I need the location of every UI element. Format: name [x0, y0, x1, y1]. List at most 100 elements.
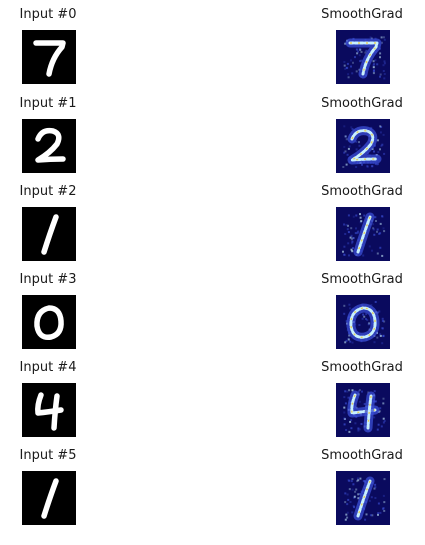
heatmap-speckle [344, 135, 347, 138]
heatmap-speckle [350, 427, 353, 430]
heatmap-speckle [346, 516, 349, 519]
heatmap-speckle [354, 232, 357, 235]
input-image [22, 471, 76, 525]
heatmap-speckle [345, 138, 348, 141]
heatmap-speckle [348, 303, 351, 306]
heatmap-speckle [371, 249, 373, 252]
heatmap-speckle [383, 77, 386, 80]
heatmap-speckle [348, 488, 351, 491]
heatmap-speckle [381, 317, 384, 320]
heatmap-speckle [346, 62, 349, 65]
heatmap-speckle [356, 477, 359, 480]
heatmap-speckle [352, 237, 355, 240]
heatmap-speckle [383, 419, 386, 422]
heatmap-speckle [381, 215, 384, 218]
input-image [22, 30, 76, 84]
heatmap-speckle [373, 69, 375, 72]
heatmap-speckle [343, 423, 346, 426]
heatmap-speckle [351, 478, 354, 481]
heatmap-speckle [344, 390, 347, 393]
heatmap-speckle [373, 341, 376, 344]
heatmap-speckle [372, 64, 375, 67]
heatmap-speckle [381, 319, 384, 322]
heatmap-speckle [355, 488, 358, 491]
heatmap-speckle [352, 215, 355, 218]
heatmap-speckle [361, 390, 363, 393]
heatmap-speckle [382, 64, 385, 67]
heatmap-speckle [347, 479, 350, 482]
heatmap-speckle [376, 63, 379, 66]
heatmap-speckle [351, 341, 354, 344]
heatmap-speckle [356, 232, 359, 235]
heatmap-speckle [362, 313, 365, 316]
heatmap-speckle [346, 228, 349, 231]
heatmap-speckle [351, 488, 354, 491]
heatmap-speckle [343, 396, 346, 399]
heatmap-speckle [376, 228, 379, 231]
heatmap-speckle [377, 151, 380, 154]
heatmap-speckle [379, 333, 382, 336]
heatmap-speckle [365, 513, 368, 516]
heatmap-speckle [344, 492, 347, 495]
heatmap-speckle [379, 246, 382, 249]
heatmap-speckle [346, 493, 349, 496]
heatmap-speckle [379, 75, 381, 78]
heatmap-speckle [344, 341, 347, 344]
heatmap-speckle [377, 512, 380, 515]
smoothgrad-title: SmoothGrad [321, 96, 403, 111]
heatmap-speckle [350, 419, 353, 421]
heatmap-speckle [347, 214, 350, 217]
heatmap-speckle [383, 73, 386, 75]
heatmap-speckle [347, 498, 350, 501]
heatmap-speckle [379, 56, 381, 59]
heatmap-speckle [379, 511, 382, 514]
heatmap-speckle [372, 60, 375, 63]
heatmap-speckle [383, 38, 386, 41]
heatmap-speckle [383, 62, 386, 65]
heatmap-speckle [382, 70, 385, 72]
heatmap-speckle [382, 494, 385, 497]
heatmap-speckle [343, 223, 346, 226]
heatmap-speckle [344, 402, 347, 405]
heatmap-speckle [352, 61, 354, 64]
heatmap-speckle [382, 133, 385, 136]
heatmap-speckle [359, 216, 362, 219]
heatmap-speckle [355, 214, 358, 217]
heatmap-speckle [354, 490, 357, 493]
heatmap-speckle [380, 36, 383, 39]
heatmap-speckle [349, 501, 352, 503]
heatmap-speckle [383, 509, 386, 512]
heatmap-speckle [346, 503, 349, 506]
heatmap-speckle [380, 144, 383, 147]
heatmap-speckle [347, 147, 350, 150]
heatmap-speckle [372, 66, 375, 69]
heatmap-speckle [344, 233, 347, 235]
heatmap-speckle [343, 145, 346, 148]
input-title: Input #1 [19, 96, 77, 111]
heatmap-speckle [366, 165, 369, 168]
heatmap-speckle [376, 139, 379, 142]
heatmap-speckle [382, 36, 385, 39]
heatmap-speckle [379, 125, 382, 128]
heatmap-speckle [345, 429, 348, 431]
heatmap-speckle [373, 233, 376, 236]
heatmap-speckle [382, 507, 385, 510]
heatmap-speckle [343, 304, 346, 307]
heatmap-speckle [348, 145, 351, 148]
heatmap-speckle [363, 315, 366, 318]
input-title: Input #4 [19, 360, 77, 375]
heatmap-speckle [379, 222, 382, 225]
heatmap-speckle [379, 407, 382, 410]
heatmap-speckle [350, 480, 353, 483]
input-title: Input #5 [19, 448, 77, 463]
input-image [22, 295, 76, 349]
heatmap-speckle [352, 483, 355, 486]
heatmap-speckle [374, 216, 377, 219]
smoothgrad-heatmap [336, 119, 390, 173]
smoothgrad-title: SmoothGrad [321, 360, 403, 375]
heatmap-speckle [368, 245, 371, 248]
heatmap-speckle [345, 163, 348, 166]
smoothgrad-title: SmoothGrad [321, 272, 403, 287]
heatmap-speckle [357, 50, 359, 53]
heatmap-speckle [372, 223, 375, 226]
